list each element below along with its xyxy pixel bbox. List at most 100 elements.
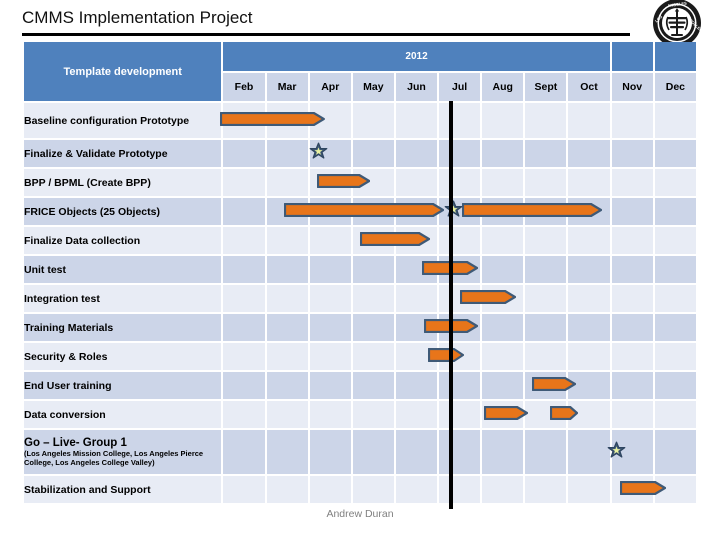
timeline-cell[interactable] xyxy=(395,227,438,254)
timeline-cell[interactable] xyxy=(525,476,567,503)
timeline-cell[interactable] xyxy=(266,103,308,138)
month-header-dec[interactable]: Dec xyxy=(654,72,696,101)
timeline-cell[interactable] xyxy=(352,314,394,341)
timeline-cell[interactable] xyxy=(525,285,567,312)
timeline-cell[interactable] xyxy=(309,314,351,341)
timeline-cell[interactable] xyxy=(439,372,481,399)
timeline-cell[interactable] xyxy=(395,343,438,370)
timeline-cell[interactable] xyxy=(482,227,524,254)
timeline-cell[interactable] xyxy=(654,476,696,503)
timeline-cell[interactable] xyxy=(352,430,394,474)
timeline-cell[interactable] xyxy=(439,256,481,283)
timeline-cell[interactable] xyxy=(611,476,653,503)
timeline-cell[interactable] xyxy=(395,372,438,399)
timeline-cell[interactable] xyxy=(611,140,653,167)
timeline-cell[interactable] xyxy=(654,285,696,312)
month-header-mar[interactable]: Mar xyxy=(266,72,308,101)
timeline-cell[interactable] xyxy=(525,430,567,474)
timeline-cell[interactable] xyxy=(223,285,265,312)
timeline-cell[interactable] xyxy=(309,476,351,503)
timeline-cell[interactable] xyxy=(654,314,696,341)
task-label[interactable]: Training Materials xyxy=(24,314,222,341)
timeline-cell[interactable] xyxy=(223,140,265,167)
timeline-cell[interactable] xyxy=(654,401,696,428)
month-header-oct[interactable]: Oct xyxy=(568,72,610,101)
timeline-cell[interactable] xyxy=(439,285,481,312)
timeline-cell[interactable] xyxy=(223,343,265,370)
timeline-cell[interactable] xyxy=(395,103,438,138)
timeline-cell[interactable] xyxy=(439,401,481,428)
timeline-cell[interactable] xyxy=(568,140,610,167)
task-label[interactable]: Baseline configuration Prototype xyxy=(24,103,222,138)
timeline-cell[interactable] xyxy=(439,169,481,196)
timeline-cell[interactable] xyxy=(568,343,610,370)
timeline-cell[interactable] xyxy=(395,314,438,341)
timeline-cell[interactable] xyxy=(309,430,351,474)
timeline-cell[interactable] xyxy=(482,285,524,312)
month-header-nov[interactable]: Nov xyxy=(611,72,653,101)
timeline-cell[interactable] xyxy=(223,430,265,474)
month-header-may[interactable]: May xyxy=(352,72,394,101)
timeline-cell[interactable] xyxy=(439,476,481,503)
timeline-cell[interactable] xyxy=(654,140,696,167)
timeline-cell[interactable] xyxy=(482,401,524,428)
timeline-cell[interactable] xyxy=(352,227,394,254)
timeline-cell[interactable] xyxy=(309,285,351,312)
timeline-cell[interactable] xyxy=(266,343,308,370)
timeline-cell[interactable] xyxy=(654,343,696,370)
timeline-cell[interactable] xyxy=(568,401,610,428)
timeline-cell[interactable] xyxy=(611,314,653,341)
task-label[interactable]: Finalize & Validate Prototype xyxy=(24,140,222,167)
timeline-cell[interactable] xyxy=(352,198,394,225)
timeline-cell[interactable] xyxy=(266,285,308,312)
month-header-aug[interactable]: Aug xyxy=(482,72,524,101)
timeline-cell[interactable] xyxy=(223,314,265,341)
timeline-cell[interactable] xyxy=(525,401,567,428)
timeline-cell[interactable] xyxy=(309,256,351,283)
timeline-cell[interactable] xyxy=(223,476,265,503)
timeline-cell[interactable] xyxy=(223,198,265,225)
task-label[interactable]: Go – Live- Group 1 (Los Angeles Mission C… xyxy=(24,430,222,474)
timeline-cell[interactable] xyxy=(352,103,394,138)
timeline-cell[interactable] xyxy=(525,140,567,167)
timeline-cell[interactable] xyxy=(525,198,567,225)
timeline-cell[interactable] xyxy=(525,103,567,138)
timeline-cell[interactable] xyxy=(611,285,653,312)
timeline-cell[interactable] xyxy=(266,401,308,428)
timeline-cell[interactable] xyxy=(223,169,265,196)
timeline-cell[interactable] xyxy=(611,372,653,399)
timeline-cell[interactable] xyxy=(611,343,653,370)
timeline-cell[interactable] xyxy=(352,169,394,196)
task-label[interactable]: Stabilization and Support xyxy=(24,476,222,503)
timeline-cell[interactable] xyxy=(352,372,394,399)
timeline-cell[interactable] xyxy=(309,169,351,196)
timeline-cell[interactable] xyxy=(568,198,610,225)
timeline-cell[interactable] xyxy=(266,140,308,167)
timeline-cell[interactable] xyxy=(525,227,567,254)
timeline-cell[interactable] xyxy=(223,256,265,283)
timeline-cell[interactable] xyxy=(395,198,438,225)
timeline-cell[interactable] xyxy=(654,430,696,474)
timeline-cell[interactable] xyxy=(266,169,308,196)
timeline-cell[interactable] xyxy=(611,256,653,283)
month-header-apr[interactable]: Apr xyxy=(309,72,351,101)
timeline-cell[interactable] xyxy=(223,401,265,428)
timeline-cell[interactable] xyxy=(266,227,308,254)
timeline-cell[interactable] xyxy=(395,285,438,312)
timeline-cell[interactable] xyxy=(352,343,394,370)
timeline-cell[interactable] xyxy=(654,103,696,138)
timeline-cell[interactable] xyxy=(266,314,308,341)
timeline-cell[interactable] xyxy=(654,256,696,283)
timeline-cell[interactable] xyxy=(395,140,438,167)
timeline-cell[interactable] xyxy=(611,169,653,196)
timeline-cell[interactable] xyxy=(352,476,394,503)
timeline-cell[interactable] xyxy=(482,430,524,474)
task-label[interactable]: Unit test xyxy=(24,256,222,283)
timeline-cell[interactable] xyxy=(223,372,265,399)
timeline-cell[interactable] xyxy=(439,103,481,138)
timeline-cell[interactable] xyxy=(611,401,653,428)
timeline-cell[interactable] xyxy=(395,476,438,503)
timeline-cell[interactable] xyxy=(611,198,653,225)
timeline-cell[interactable] xyxy=(611,227,653,254)
month-header-feb[interactable]: Feb xyxy=(223,72,265,101)
